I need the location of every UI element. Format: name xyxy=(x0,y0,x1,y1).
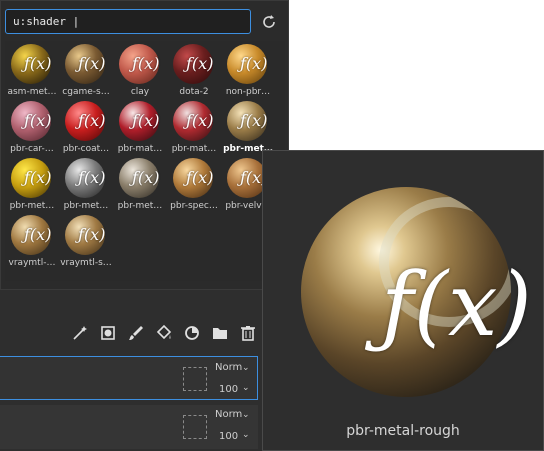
shelf-item[interactable]: ƒ(x) pbr-coat… xyxy=(59,98,113,160)
function-icon: ƒ(x) xyxy=(132,54,160,73)
function-icon: ƒ(x) xyxy=(132,111,160,130)
function-icon: ƒ(x) xyxy=(24,168,52,187)
function-icon: ƒ(x) xyxy=(186,111,214,130)
refresh-icon[interactable] xyxy=(259,12,279,32)
function-icon: ƒ(x) xyxy=(132,168,160,187)
layer-toolbar xyxy=(60,322,260,344)
function-icon: ƒ(x) xyxy=(78,168,106,187)
shelf-item-label: pbr-car-… xyxy=(10,144,54,154)
shelf-item-label: pbr-met… xyxy=(63,201,109,211)
shelf-item-label: cgame-s… xyxy=(62,87,110,97)
function-icon: ƒ(x) xyxy=(78,111,106,130)
shader-preview-tooltip: ƒ(x) pbr-metal-rough xyxy=(262,150,544,451)
layer-row[interactable]: Norm ⌄ 100 ⌄ xyxy=(0,405,258,449)
trash-icon[interactable] xyxy=(236,322,260,344)
shelf-item-label: vraymtl-… xyxy=(8,258,56,268)
function-icon: ƒ(x) xyxy=(186,168,214,187)
shelf-item[interactable]: ƒ(x) pbr-met… xyxy=(5,155,59,217)
shelf-item-label: pbr-mat… xyxy=(117,144,163,154)
function-icon: ƒ(x) xyxy=(78,54,106,73)
layer-opacity[interactable]: 100 xyxy=(219,431,238,442)
blend-mode-select[interactable]: Norm xyxy=(215,362,242,373)
shelf-item[interactable]: ƒ(x) pbr-met… xyxy=(59,155,113,217)
shelf-item[interactable]: ƒ(x) clay xyxy=(113,41,167,103)
function-icon: ƒ(x) xyxy=(24,225,52,244)
shelf-item[interactable]: ƒ(x) pbr-spec… xyxy=(167,155,221,217)
shelf-item-label: non-pbr… xyxy=(225,87,271,97)
layer-mask-thumbnail[interactable] xyxy=(183,367,207,391)
function-icon: ƒ(x) xyxy=(240,54,268,73)
shelf-item-label: pbr-met… xyxy=(9,201,55,211)
chevron-down-icon[interactable]: ⌄ xyxy=(242,430,250,440)
function-icon: ƒ(x) xyxy=(240,111,268,130)
fill-bucket-icon[interactable] xyxy=(152,322,176,344)
shelf-item-label: pbr-met… xyxy=(117,201,163,211)
function-icon: ƒ(x) xyxy=(381,253,532,356)
search-input[interactable]: u:shader | xyxy=(5,9,251,34)
layer-opacity[interactable]: 100 xyxy=(219,384,238,395)
shelf-item[interactable]: ƒ(x) vraymtl-s… xyxy=(59,212,113,274)
shelf-item[interactable]: ƒ(x) pbr-met… xyxy=(113,155,167,217)
shelf-item-label: pbr-spec… xyxy=(170,201,218,211)
shelf-item-label: pbr-coat… xyxy=(62,144,110,154)
shader-shelf-popup: u:shader | ƒ(x) asm-met… ƒ(x) cgame-s… ƒ(x) c… xyxy=(0,0,289,290)
shader-grid: ƒ(x) asm-met… ƒ(x) cgame-s… ƒ(x) clay ƒ(x) dota… xyxy=(5,41,285,281)
shelf-item[interactable]: ƒ(x) vraymtl-… xyxy=(5,212,59,274)
shelf-item[interactable]: ƒ(x) pbr-car-… xyxy=(5,98,59,160)
paint-brush-icon[interactable] xyxy=(124,322,148,344)
function-icon: ƒ(x) xyxy=(24,54,52,73)
effects-icon[interactable] xyxy=(180,322,204,344)
shelf-item[interactable]: ƒ(x) pbr-mat… xyxy=(113,98,167,160)
shelf-item[interactable]: ƒ(x) asm-met… xyxy=(5,41,59,103)
function-icon: ƒ(x) xyxy=(78,225,106,244)
chevron-down-icon[interactable]: ⌄ xyxy=(242,383,250,393)
chevron-down-icon[interactable]: ⌄ xyxy=(242,410,250,420)
folder-icon[interactable] xyxy=(208,322,232,344)
shelf-item-label: pbr-mat… xyxy=(171,144,217,154)
chevron-down-icon[interactable]: ⌄ xyxy=(242,363,250,373)
shelf-item-label: vraymtl-s… xyxy=(60,258,112,268)
shelf-item-label: dota-2 xyxy=(179,87,209,97)
layer-row[interactable]: Norm ⌄ 100 ⌄ xyxy=(0,356,258,400)
blend-mode-select[interactable]: Norm xyxy=(215,409,242,420)
magic-wand-icon[interactable] xyxy=(68,322,92,344)
shelf-item[interactable]: ƒ(x) non-pbr… xyxy=(221,41,275,103)
function-icon: ƒ(x) xyxy=(24,111,52,130)
function-icon: ƒ(x) xyxy=(186,54,214,73)
add-mask-icon[interactable] xyxy=(96,322,120,344)
shelf-item-label: asm-met… xyxy=(7,87,57,97)
shelf-item[interactable]: ƒ(x) cgame-s… xyxy=(59,41,113,103)
preview-label: pbr-metal-rough xyxy=(346,423,460,439)
shelf-item[interactable]: ƒ(x) pbr-mat… xyxy=(167,98,221,160)
layer-mask-thumbnail[interactable] xyxy=(183,415,207,439)
shelf-item-label: clay xyxy=(130,87,150,97)
shelf-item[interactable]: ƒ(x) dota-2 xyxy=(167,41,221,103)
